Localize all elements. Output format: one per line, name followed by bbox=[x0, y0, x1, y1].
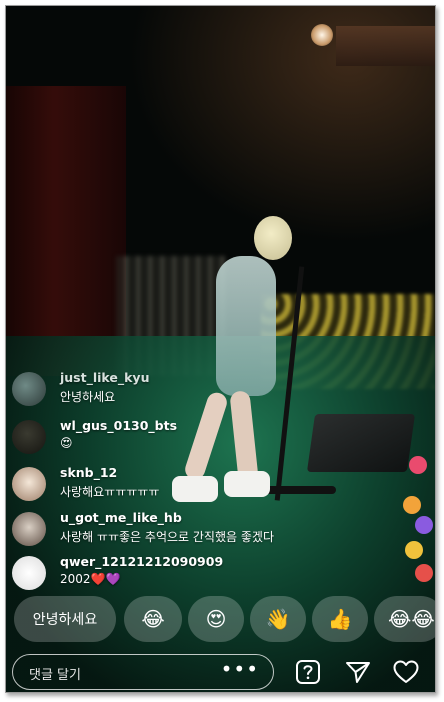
avatar[interactable] bbox=[12, 372, 46, 406]
quick-reply-wave[interactable]: 👋 bbox=[250, 596, 306, 642]
comment-text: 사랑해 ㅠㅠ좋은 추억으로 간직했음 좋겠다 bbox=[60, 530, 274, 544]
comment-text-value: 2002 bbox=[60, 572, 91, 586]
comment-username[interactable]: u_got_me_like_hb bbox=[60, 510, 182, 525]
comment-username[interactable]: qwer_12121212090909 bbox=[60, 554, 223, 569]
avatar[interactable] bbox=[12, 556, 46, 590]
paper-plane-icon bbox=[346, 662, 370, 683]
comment-text: 사랑해요ㅠㅠㅠㅠㅠ bbox=[60, 485, 160, 499]
comment-input[interactable]: 댓글 달기 ••• bbox=[12, 654, 274, 690]
quick-reply-heart-eyes[interactable]: 😍 bbox=[188, 596, 244, 642]
send-button[interactable] bbox=[342, 656, 374, 688]
quick-reply-laugh[interactable]: 😂 bbox=[124, 596, 182, 642]
avatar[interactable] bbox=[12, 512, 46, 546]
comment-input-placeholder: 댓글 달기 bbox=[29, 668, 81, 683]
quick-reply-emoji: 😍 bbox=[205, 607, 227, 631]
live-composer-bar: 댓글 달기 ••• bbox=[6, 650, 435, 692]
quick-reply-laugh-more[interactable]: 😂😂 bbox=[374, 596, 435, 642]
quick-reply-emoji: 😂😂 bbox=[388, 607, 435, 631]
comment-text: 😍 bbox=[60, 436, 73, 450]
comment-text: 2002❤️💜 bbox=[60, 572, 120, 586]
like-button[interactable] bbox=[390, 656, 422, 688]
live-video-background bbox=[6, 6, 435, 692]
avatar[interactable] bbox=[12, 420, 46, 454]
quick-reply-emoji: 😂 bbox=[141, 607, 165, 631]
question-box-button[interactable] bbox=[292, 656, 324, 688]
comment-username[interactable]: wl_gus_0130_bts bbox=[60, 418, 177, 433]
avatar[interactable] bbox=[12, 467, 46, 501]
comment-username[interactable]: just_like_kyu bbox=[60, 370, 149, 385]
quick-reply-thumbs-up[interactable]: 👍 bbox=[312, 596, 368, 642]
quick-reply-emoji: 👋 bbox=[265, 607, 291, 631]
comment-username[interactable]: sknb_12 bbox=[60, 465, 117, 480]
comment-text: 안녕하세요 bbox=[60, 390, 116, 404]
floating-hearts bbox=[401, 446, 435, 596]
question-box-icon bbox=[296, 660, 320, 684]
comment-emoji: ❤️💜 bbox=[90, 572, 121, 586]
live-video-frame: just_like_kyu 안녕하세요 wl_gus_0130_bts 😍 sk… bbox=[5, 5, 436, 693]
more-options-button[interactable]: ••• bbox=[221, 657, 259, 681]
quick-reply-greeting[interactable]: 안녕하세요 bbox=[14, 596, 116, 642]
quick-reply-emoji: 👍 bbox=[327, 607, 353, 631]
heart-icon bbox=[393, 660, 419, 683]
quick-reply-label: 안녕하세요 bbox=[32, 612, 98, 628]
